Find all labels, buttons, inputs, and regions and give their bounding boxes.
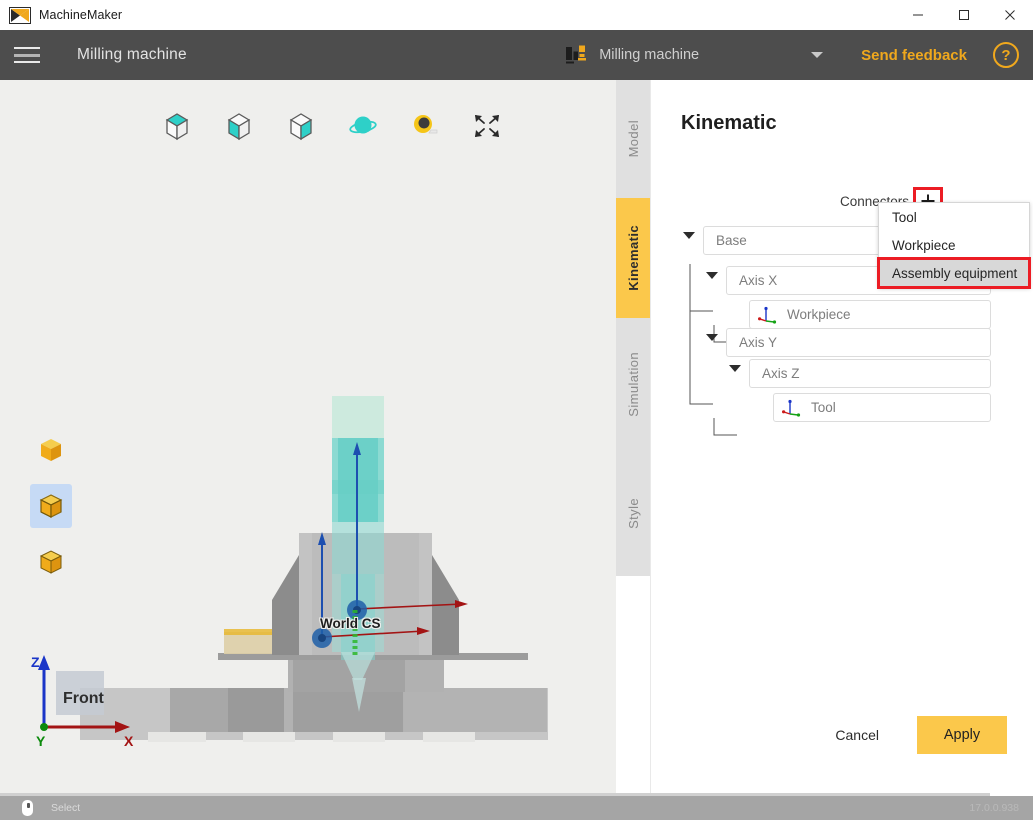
display-mode-group	[30, 428, 72, 596]
send-feedback-button[interactable]: Send feedback	[861, 47, 967, 64]
mode-solid-icon[interactable]	[30, 540, 72, 584]
page-title: Kinematic	[681, 112, 777, 134]
measure-tape-icon[interactable]	[394, 104, 456, 148]
tab-style[interactable]: Style	[616, 450, 650, 576]
help-button[interactable]: ?	[993, 42, 1019, 68]
kinematic-panel: Kinematic Connectors Base Axis X Workpie…	[650, 80, 1033, 796]
view-top-icon[interactable]	[146, 104, 208, 148]
minimize-button[interactable]	[895, 0, 941, 30]
apply-button[interactable]: Apply	[917, 716, 1007, 754]
tree-connector-tool-label: Tool	[811, 400, 836, 415]
window-title: MachineMaker	[39, 7, 123, 22]
status-bar: Select 17.0.0.938	[0, 796, 1033, 820]
status-mode-text: Select	[51, 802, 81, 814]
hamburger-menu-icon[interactable]	[14, 46, 40, 64]
tree-node-axis-x-label: Axis X	[739, 273, 778, 288]
expand-toggle-axis-x[interactable]	[706, 272, 718, 279]
maximize-button[interactable]	[941, 0, 987, 30]
fit-to-screen-icon[interactable]	[456, 104, 518, 148]
app-header: Milling machine Milling machine Send fee…	[0, 30, 1033, 80]
dropdown-item-assembly-equipment-label: Assembly equipment	[892, 265, 1018, 281]
status-version: 17.0.0.938	[969, 802, 1019, 814]
tab-model-label: Model	[625, 120, 641, 158]
panel-actions: Cancel Apply	[817, 716, 1007, 754]
tree-node-axis-y[interactable]: Axis Y	[726, 328, 991, 357]
orbit-icon[interactable]	[332, 104, 394, 148]
view-side-icon[interactable]	[270, 104, 332, 148]
tree-node-axis-z[interactable]: Axis Z	[749, 359, 991, 388]
tab-simulation-label: Simulation	[625, 351, 641, 417]
tab-style-label: Style	[625, 497, 641, 529]
machine-selector[interactable]: Milling machine	[566, 30, 829, 80]
tree-row-tool: Tool	[681, 388, 1021, 422]
tree-row-axis-z: Axis Z	[681, 357, 1021, 388]
app-header-title: Milling machine	[77, 46, 187, 63]
tree-row-workpiece: Workpiece	[681, 295, 1021, 329]
tree-row-axis-y: Axis Y	[681, 326, 1021, 357]
mode-shaded-icon[interactable]	[30, 428, 72, 472]
tree-connector-workpiece[interactable]: Workpiece	[749, 300, 991, 329]
machine-selector-value: Milling machine	[599, 47, 700, 63]
svg-text:Front: Front	[63, 690, 105, 707]
window-titlebar: MachineMaker	[0, 0, 1033, 30]
tree-node-axis-z-label: Axis Z	[762, 366, 800, 381]
dropdown-item-assembly-equipment[interactable]: Assembly equipment	[877, 257, 1031, 289]
vertical-tab-strip: Model Kinematic Simulation Style	[616, 80, 650, 796]
chevron-down-icon[interactable]	[811, 52, 824, 58]
dropdown-item-tool-label: Tool	[892, 209, 917, 225]
tab-kinematic-label: Kinematic	[625, 225, 641, 291]
application-window: MachineMaker Milling machine Milling mac…	[0, 0, 1033, 820]
cancel-button[interactable]: Cancel	[817, 717, 897, 753]
machine-icon	[566, 45, 588, 65]
view-front-icon[interactable]	[208, 104, 270, 148]
tree-connector-workpiece-label: Workpiece	[787, 307, 851, 322]
dropdown-item-workpiece[interactable]: Workpiece	[879, 231, 1029, 259]
dropdown-item-tool[interactable]: Tool	[879, 203, 1029, 231]
svg-text:Y: Y	[36, 733, 46, 749]
window-controls	[895, 0, 1033, 30]
expand-toggle-axis-z[interactable]	[729, 365, 741, 372]
mouse-icon	[22, 800, 33, 816]
expand-toggle-axis-y[interactable]	[706, 334, 718, 341]
tab-simulation[interactable]: Simulation	[616, 318, 650, 450]
svg-text:X: X	[124, 733, 134, 749]
connector-type-dropdown: Tool Workpiece Assembly equipment	[877, 202, 1031, 289]
coordinate-system-icon	[782, 399, 801, 417]
svg-text:Z: Z	[31, 654, 40, 670]
tree-node-axis-y-label: Axis Y	[739, 335, 778, 350]
view-orientation-gizmo[interactable]: Z X Y Front	[22, 649, 142, 754]
close-button[interactable]	[987, 0, 1033, 30]
tree-node-base-label: Base	[716, 233, 747, 248]
tree-connector-tool[interactable]: Tool	[773, 393, 991, 422]
viewport-toolbar	[146, 104, 518, 148]
viewport-3d[interactable]: World CS Z X Y Front	[0, 80, 616, 796]
world-cs-label: World CS	[320, 616, 381, 631]
coordinate-system-icon	[758, 306, 777, 324]
machinemaker-logo-icon	[9, 6, 31, 24]
expand-toggle-base[interactable]	[683, 232, 695, 239]
tab-kinematic[interactable]: Kinematic	[616, 198, 650, 318]
mode-shaded-edges-icon[interactable]	[30, 484, 72, 528]
dropdown-item-workpiece-label: Workpiece	[892, 237, 956, 253]
tab-model[interactable]: Model	[616, 80, 650, 198]
